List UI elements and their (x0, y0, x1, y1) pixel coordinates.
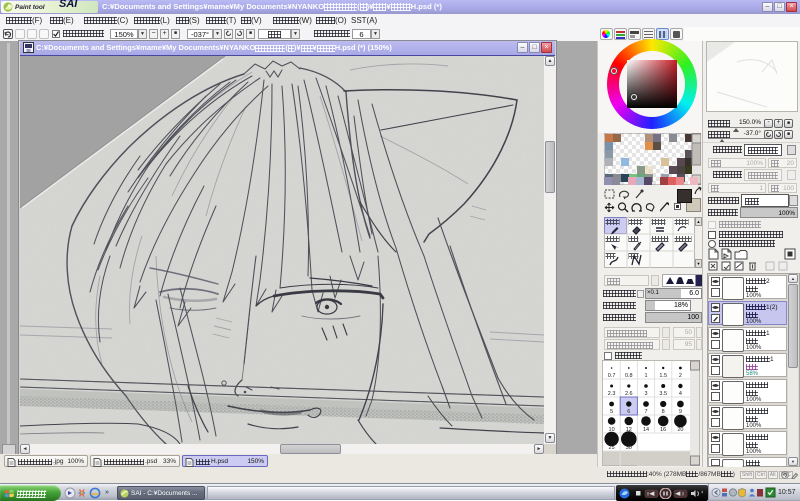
svg-text:1.5: 1.5 (659, 373, 667, 379)
svg-text:3: 3 (644, 391, 647, 397)
svg-text:9: 9 (679, 409, 682, 415)
svg-text:2: 2 (679, 373, 682, 379)
svg-text:2.3: 2.3 (608, 391, 616, 397)
svg-text:25: 25 (609, 445, 615, 451)
svg-text:0.8: 0.8 (625, 373, 633, 379)
svg-text:»: » (105, 489, 109, 496)
svg-text:8: 8 (662, 409, 665, 415)
svg-text:20: 20 (677, 427, 683, 433)
svg-text:3.5: 3.5 (659, 391, 667, 397)
svg-text:5: 5 (610, 409, 613, 415)
svg-text:16: 16 (660, 427, 666, 433)
svg-text:12: 12 (626, 427, 632, 433)
svg-text:14: 14 (643, 427, 649, 433)
svg-text:30: 30 (626, 445, 632, 451)
svg-text:1: 1 (644, 373, 647, 379)
svg-text:4: 4 (679, 391, 682, 397)
svg-text:7: 7 (644, 409, 647, 415)
svg-text:10: 10 (609, 427, 615, 433)
svg-text:6: 6 (627, 409, 630, 415)
svg-text:0.7: 0.7 (608, 373, 616, 379)
svg-text:2.6: 2.6 (625, 391, 633, 397)
